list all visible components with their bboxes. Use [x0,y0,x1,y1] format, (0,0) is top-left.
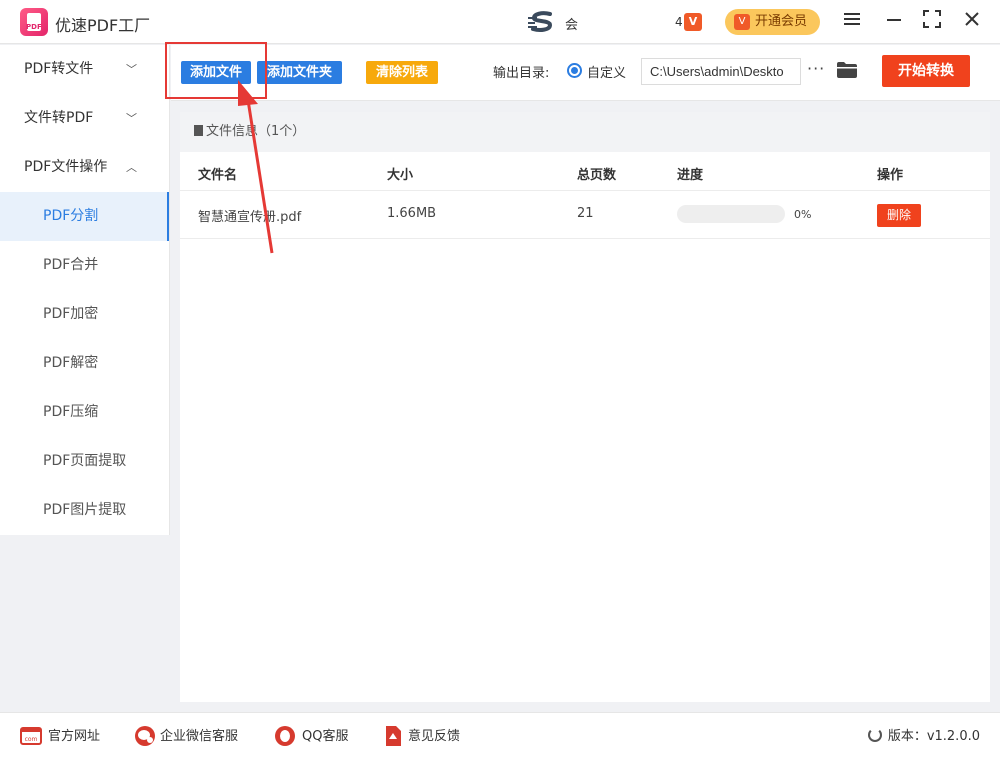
vip-icon: V [734,14,750,30]
toolbar: 添加文件 添加文件夹 清除列表 输出目录: 自定义 C:\Users\admin… [171,45,1000,101]
add-folder-button[interactable]: 添加文件夹 [257,61,342,84]
wechat-service-link[interactable]: 企业微信客服 [160,713,238,760]
progress-bar [677,205,785,223]
notification-count: 4 [675,15,683,29]
output-dir-label: 输出目录: [493,66,550,81]
title-ts-text: 会 [565,18,579,33]
file-pages: 21 [577,206,594,221]
version-text: 版本：v1.2.0.0 [887,729,980,744]
highlight-box [165,42,267,99]
feedback-icon [386,726,401,746]
vip-button[interactable]: V 开通会员 [725,9,820,35]
col-progress: 进度 [677,168,704,183]
notification-icon[interactable]: V [684,13,702,31]
maximize-icon[interactable] [920,10,944,34]
custom-output-radio[interactable] [567,63,582,78]
table-header: 文件名 大小 总页数 进度 操作 [180,152,990,191]
version-info: 版本：v1.2.0.0 [867,713,980,760]
col-filename: 文件名 [198,168,238,183]
browse-more-button[interactable]: ··· [807,59,825,78]
table-row[interactable]: 智慧通宣传册.pdf 1.66MB 21 0% 删除 [180,191,990,239]
refresh-icon[interactable] [867,728,882,742]
sidebar-item-pdf-image-extract[interactable]: PDF图片提取 [0,486,169,535]
chevron-up-icon: ︿ [126,161,137,174]
sidebar-group-label: PDF转文件 [24,61,94,77]
minimize-icon[interactable] [882,10,906,34]
vip-button-label: 开通会员 [755,14,808,29]
bottom-bar: com 官方网址 企业微信客服 QQ客服 意见反馈 版本：v1.2.0.0 [0,712,1000,760]
custom-output-label: 自定义 [587,66,627,81]
qq-service-link[interactable]: QQ客服 [302,713,348,760]
progress-text: 0% [794,208,812,221]
website-icon: com [20,727,42,745]
close-icon[interactable] [960,10,984,34]
sidebar-item-pdf-decrypt[interactable]: PDF解密 [0,339,169,388]
file-name: 智慧通宣传册.pdf [198,210,302,225]
title-bar: PDF 优速PDF工厂 会 4 V V 开通会员 [0,0,1000,44]
sidebar-group-label: PDF文件操作 [24,159,108,175]
document-icon [194,125,203,136]
chevron-down-icon: ﹀ [126,63,137,76]
sidebar-group-pdf-operations[interactable]: PDF文件操作 ︿ [0,143,169,192]
official-site-link[interactable]: 官方网址 [48,713,100,760]
svg-text:com: com [25,736,38,743]
start-convert-button[interactable]: 开始转换 [882,55,970,87]
file-info-header: 文件信息（1个） [180,112,990,152]
sidebar-item-pdf-page-extract[interactable]: PDF页面提取 [0,437,169,486]
file-list-panel: 文件信息（1个） 文件名 大小 总页数 进度 操作 智慧通宣传册.pdf 1.6… [180,112,990,702]
col-action: 操作 [877,168,904,183]
app-window: PDF 优速PDF工厂 会 4 V V 开通会员 PDF转文件 ﹀ 文件转PDF… [0,0,1000,760]
chevron-down-icon: ﹀ [126,112,137,125]
qq-icon [275,726,295,746]
folder-icon[interactable] [837,62,857,78]
app-logo-icon: PDF [20,8,48,36]
sidebar-item-pdf-merge[interactable]: PDF合并 [0,241,169,290]
app-title: 优速PDF工厂 [55,16,151,35]
sidebar-item-pdf-encrypt[interactable]: PDF加密 [0,290,169,339]
menu-icon[interactable] [840,10,864,34]
sidebar-group-label: 文件转PDF [24,110,94,126]
sidebar-item-pdf-split[interactable]: PDF分割 [0,192,169,241]
col-size: 大小 [387,168,414,183]
sidebar: PDF转文件 ﹀ 文件转PDF ﹀ PDF文件操作 ︿ PDF分割 PDF合并 … [0,45,170,535]
sidebar-group-file-to-pdf[interactable]: 文件转PDF ﹀ [0,94,169,143]
output-path-input[interactable]: C:\Users\admin\Deskto [641,58,801,85]
wechat-work-icon [135,726,155,746]
clear-list-button[interactable]: 清除列表 [366,61,438,84]
file-info-title: 文件信息（1个） [206,124,306,139]
sidebar-item-pdf-compress[interactable]: PDF压缩 [0,388,169,437]
logo-tag: PDF [26,23,42,31]
col-pages: 总页数 [577,168,617,183]
file-size: 1.66MB [387,206,437,221]
teamspeak-icon[interactable] [528,10,556,34]
delete-button[interactable]: 删除 [877,204,921,227]
sidebar-group-pdf-to-file[interactable]: PDF转文件 ﹀ [0,45,169,94]
feedback-link[interactable]: 意见反馈 [408,713,460,760]
